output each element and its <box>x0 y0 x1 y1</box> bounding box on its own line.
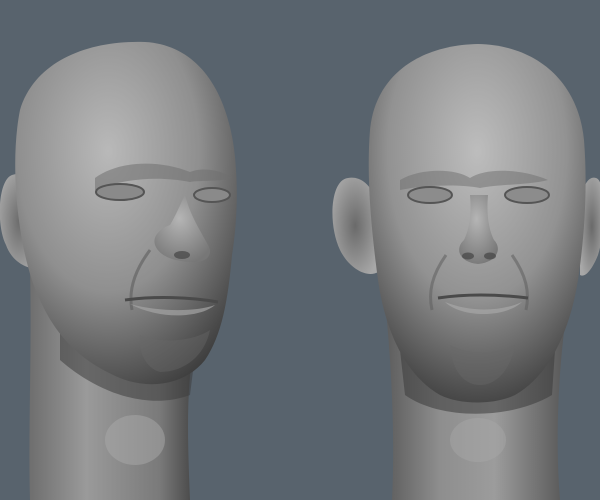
eye-left-2 <box>193 187 231 203</box>
throat-highlight-right <box>450 418 506 462</box>
throat-highlight-left <box>105 415 165 465</box>
eye-right-2 <box>504 186 550 204</box>
nostril-right-2 <box>484 252 496 260</box>
nostril-left <box>174 251 190 259</box>
head-sculpt-front[interactable] <box>332 44 600 500</box>
eye-right-1 <box>407 186 453 204</box>
sculpt-viewport[interactable] <box>0 0 600 500</box>
head-sculpt-three-quarter[interactable] <box>0 41 237 500</box>
nostril-right-1 <box>462 252 474 260</box>
viewport-canvas <box>0 41 600 500</box>
eye-left-1 <box>95 183 145 201</box>
